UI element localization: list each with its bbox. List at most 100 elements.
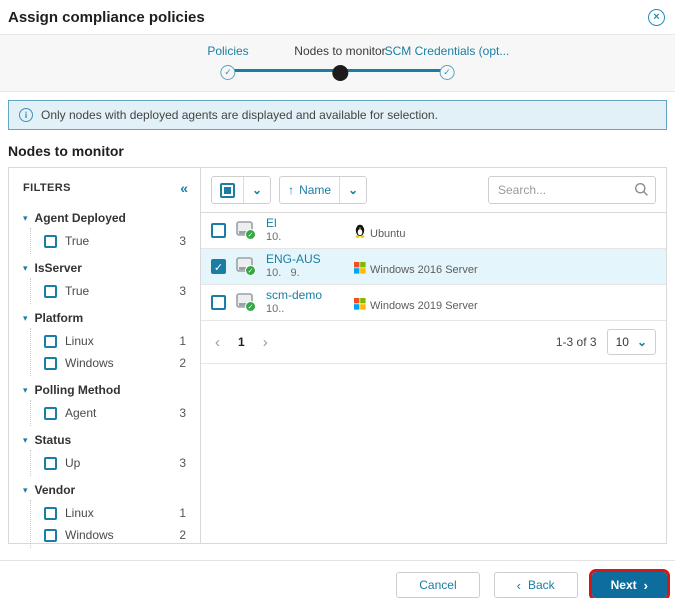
filter-group-label: IsServer bbox=[34, 261, 82, 275]
assign-compliance-policies-dialog: Assign compliance policies × Policies ✓ … bbox=[0, 0, 675, 598]
os-label: Windows 2019 Server bbox=[370, 300, 478, 312]
table-row[interactable]: ✓ scm-demo 10.. Windows 2019 Server bbox=[201, 285, 666, 321]
sort-menu-dropdown[interactable]: ⌄ bbox=[339, 177, 366, 203]
node-name-link[interactable]: scm-demo bbox=[266, 288, 354, 303]
filter-option-label: Linux bbox=[65, 334, 94, 348]
filter-group-header[interactable]: ▾ IsServer bbox=[9, 258, 200, 278]
pagination-range: 1-3 of 3 bbox=[555, 335, 597, 349]
filter-option-label: Linux bbox=[65, 506, 94, 520]
node-status-icon: ✓ bbox=[236, 221, 256, 240]
filter-option-label: True bbox=[65, 234, 90, 248]
info-banner: i Only nodes with deployed agents are di… bbox=[8, 100, 667, 130]
triangle-down-icon: ▾ bbox=[23, 262, 28, 273]
search-input[interactable] bbox=[488, 176, 656, 204]
filter-option-count: 3 bbox=[179, 456, 186, 470]
filter-option[interactable]: Windows 2 bbox=[31, 352, 200, 374]
search-box bbox=[488, 176, 656, 204]
checkbox[interactable] bbox=[44, 234, 57, 248]
section-title: Nodes to monitor bbox=[8, 143, 124, 159]
filter-group-agent-deployed: ▾ Agent Deployed True 3 bbox=[9, 208, 200, 254]
page-number[interactable]: 1 bbox=[234, 335, 249, 349]
filter-option[interactable]: Agent 3 bbox=[31, 402, 200, 424]
row-checkbox[interactable] bbox=[211, 295, 226, 310]
table-row[interactable]: ✓ El 10. Ubuntu bbox=[201, 213, 666, 249]
windows-logo-icon bbox=[354, 297, 366, 315]
step-label[interactable]: Policies bbox=[207, 44, 248, 58]
checkbox[interactable] bbox=[44, 506, 57, 520]
checkbox[interactable] bbox=[44, 356, 57, 370]
filter-option[interactable]: Linux 1 bbox=[31, 330, 200, 352]
filter-option-label: Windows bbox=[65, 528, 114, 542]
filter-group-header[interactable]: ▾ Status bbox=[9, 430, 200, 450]
node-ip: 10. bbox=[266, 231, 282, 244]
select-menu-dropdown[interactable]: ⌄ bbox=[243, 177, 270, 203]
filter-group-header[interactable]: ▾ Polling Method bbox=[9, 380, 200, 400]
filter-group-header[interactable]: ▾ Vendor bbox=[9, 480, 200, 500]
filter-group-label: Platform bbox=[34, 311, 84, 325]
chevron-down-icon: ⌄ bbox=[636, 335, 647, 349]
select-all-checkbox[interactable] bbox=[212, 177, 243, 203]
os-label: Windows 2016 Server bbox=[370, 264, 478, 276]
next-page-icon[interactable]: › bbox=[259, 334, 272, 351]
filter-group-label: Agent Deployed bbox=[34, 211, 126, 225]
filter-option[interactable]: True 3 bbox=[31, 280, 200, 302]
ubuntu-logo-icon bbox=[354, 224, 366, 243]
search-icon bbox=[634, 182, 649, 202]
row-checkbox-checked[interactable]: ✓ bbox=[211, 259, 226, 274]
pagination-bar: ‹ 1 › 1-3 of 3 10 ⌄ bbox=[201, 321, 666, 364]
node-identity: El 10. bbox=[266, 216, 354, 245]
filter-option-count: 2 bbox=[179, 528, 186, 542]
indeterminate-checkbox-icon bbox=[220, 182, 235, 198]
node-identity: ENG-AUS 10. 9. bbox=[266, 252, 354, 281]
filter-option[interactable]: Linux 1 bbox=[31, 502, 200, 524]
dialog-title: Assign compliance policies bbox=[8, 9, 205, 26]
filter-group-header[interactable]: ▾ Platform bbox=[9, 308, 200, 328]
back-button[interactable]: ‹ Back bbox=[493, 572, 578, 598]
dialog-titlebar: Assign compliance policies × bbox=[0, 0, 675, 34]
filter-group-header[interactable]: ▾ Agent Deployed bbox=[9, 208, 200, 228]
filters-sidebar: FILTERS « ▾ Agent Deployed True 3 ▾ IsSe… bbox=[9, 168, 201, 548]
node-name-link[interactable]: El bbox=[266, 216, 354, 231]
step-label[interactable]: SCM Credentials (opt... bbox=[385, 44, 510, 58]
filter-group-label: Polling Method bbox=[34, 383, 121, 397]
sort-button-group: ↑ Name ⌄ bbox=[279, 176, 368, 204]
step-label: Nodes to monitor bbox=[294, 44, 386, 58]
checkbox[interactable] bbox=[44, 456, 57, 470]
row-checkbox[interactable] bbox=[211, 223, 226, 238]
next-button[interactable]: Next › bbox=[588, 569, 671, 598]
filter-option[interactable]: True 3 bbox=[31, 230, 200, 252]
info-icon: i bbox=[19, 108, 33, 122]
collapse-filters-icon[interactable]: « bbox=[180, 180, 188, 196]
checkbox[interactable] bbox=[44, 334, 57, 348]
page-size-select[interactable]: 10 ⌄ bbox=[606, 329, 656, 355]
filters-header: FILTERS « bbox=[9, 178, 200, 204]
table-row[interactable]: ✓ ✓ ENG-AUS 10. 9. Windows 2016 Server bbox=[201, 249, 666, 285]
close-icon[interactable]: × bbox=[648, 9, 665, 26]
checkbox[interactable] bbox=[44, 528, 57, 542]
sort-by-name-button[interactable]: ↑ Name bbox=[280, 177, 339, 203]
filters-title: FILTERS bbox=[23, 182, 71, 194]
node-name-link[interactable]: ENG-AUS bbox=[266, 252, 354, 267]
back-button-label: Back bbox=[527, 578, 555, 592]
filter-option[interactable]: Windows 2 bbox=[31, 524, 200, 546]
filter-option-count: 2 bbox=[179, 356, 186, 370]
triangle-down-icon: ▾ bbox=[23, 212, 28, 223]
dialog-footer: Cancel ‹ Back Next › bbox=[0, 560, 675, 598]
checkbox[interactable] bbox=[44, 406, 57, 420]
filter-option[interactable]: Up 3 bbox=[31, 452, 200, 474]
next-button-label: Next bbox=[610, 578, 637, 592]
step-scm-credentials[interactable]: SCM Credentials (opt... ✓ bbox=[385, 44, 510, 80]
filter-option-label: Agent bbox=[65, 406, 97, 420]
cancel-button[interactable]: Cancel bbox=[396, 572, 480, 598]
checkbox[interactable] bbox=[44, 284, 57, 298]
previous-page-icon[interactable]: ‹ bbox=[211, 334, 224, 351]
select-all-button-group: ⌄ bbox=[211, 176, 272, 204]
filter-group-status: ▾ Status Up 3 bbox=[9, 430, 200, 476]
step-nodes-to-monitor: Nodes to monitor bbox=[294, 44, 386, 81]
filter-group-label: Status bbox=[34, 433, 72, 447]
node-os: Ubuntu bbox=[354, 224, 405, 243]
step-policies[interactable]: Policies ✓ bbox=[207, 44, 249, 80]
filter-group-platform: ▾ Platform Linux 1 Windows 2 bbox=[9, 308, 200, 376]
sort-ascending-icon: ↑ bbox=[288, 183, 295, 197]
node-ip: 10. 9. bbox=[266, 267, 300, 280]
